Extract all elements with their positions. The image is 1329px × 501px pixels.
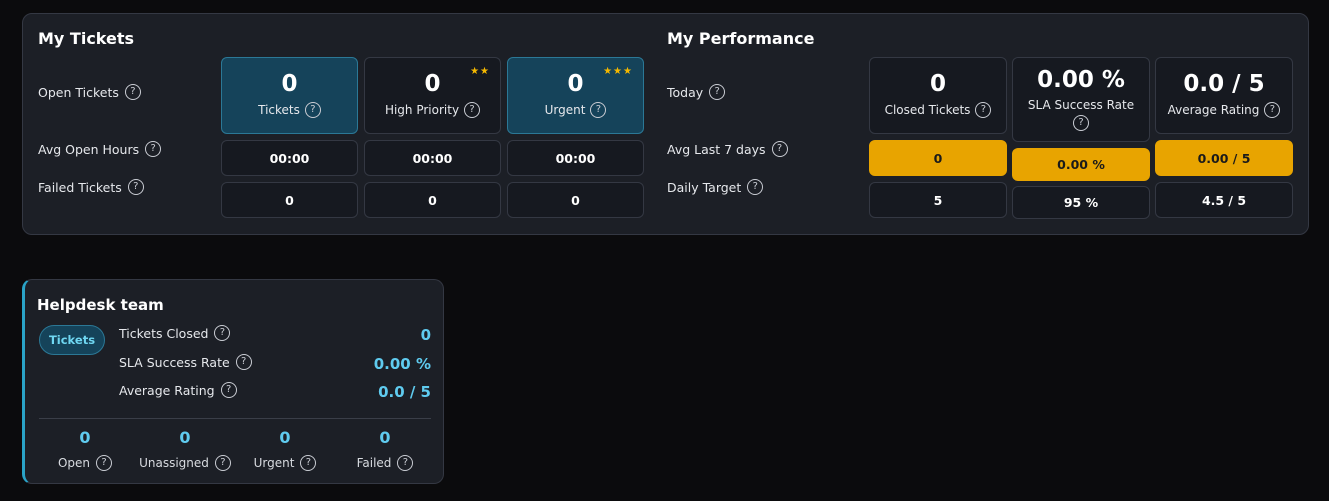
- avg7-average-rating[interactable]: 0.00 / 5: [1155, 140, 1293, 176]
- unassigned-stat[interactable]: 0 Unassigned?: [135, 428, 235, 471]
- help-icon[interactable]: ?: [124, 84, 141, 100]
- sla-success-rate-value[interactable]: 0.00 %: [374, 355, 431, 373]
- help-icon[interactable]: ?: [235, 354, 252, 370]
- avg-open-hours-label: Avg Open Hours ?: [38, 141, 162, 157]
- urgent-label: Urgent: [544, 103, 586, 117]
- tickets-card-label: Tickets: [258, 103, 300, 117]
- average-rating-label: Average Rating ?: [119, 382, 237, 398]
- help-icon[interactable]: ?: [127, 179, 144, 195]
- sla-success-card[interactable]: 0.00 % SLA Success Rate?: [1012, 57, 1150, 142]
- tickets-closed-label: Tickets Closed ?: [119, 325, 231, 341]
- help-icon[interactable]: ?: [771, 141, 788, 157]
- today-label: Today ?: [667, 84, 726, 100]
- target-closed-tickets[interactable]: 5: [869, 182, 1007, 218]
- average-rating-value: 0.0 / 5: [1183, 71, 1265, 97]
- tickets-pill-button[interactable]: Tickets: [39, 325, 105, 355]
- open-count: 0: [79, 428, 91, 447]
- average-rating-value[interactable]: 0.0 / 5: [378, 383, 431, 401]
- my-performance-title: My Performance: [667, 29, 815, 48]
- tickets-card[interactable]: 0 Tickets?: [221, 57, 358, 134]
- failed-high-priority[interactable]: 0: [364, 182, 501, 218]
- failed-urgent[interactable]: 0: [507, 182, 644, 218]
- failed-tickets[interactable]: 0: [221, 182, 358, 218]
- target-sla-success[interactable]: 95 %: [1012, 186, 1150, 219]
- high-priority-card[interactable]: ★★ 0 High Priority?: [364, 57, 501, 134]
- high-priority-label: High Priority: [384, 103, 460, 117]
- open-stat[interactable]: 0 Open?: [35, 428, 135, 471]
- tickets-count: 0: [281, 71, 298, 97]
- failed-tickets-label: Failed Tickets ?: [38, 179, 144, 195]
- avg7-closed-tickets[interactable]: 0: [869, 140, 1007, 176]
- help-icon[interactable]: ?: [220, 382, 237, 398]
- urgent-stat[interactable]: 0 Urgent?: [235, 428, 335, 471]
- target-average-rating[interactable]: 4.5 / 5: [1155, 182, 1293, 218]
- unassigned-count: 0: [179, 428, 191, 447]
- help-icon[interactable]: ?: [214, 455, 231, 471]
- help-icon[interactable]: ?: [590, 102, 607, 118]
- urgent-count: 0: [567, 71, 584, 97]
- avg-hours-tickets[interactable]: 00:00: [221, 140, 358, 176]
- help-icon[interactable]: ?: [304, 102, 321, 118]
- sla-success-value: 0.00 %: [1037, 66, 1125, 93]
- help-icon[interactable]: ?: [214, 325, 231, 341]
- dashboard-panel: My Tickets Open Tickets ? Avg Open Hours…: [22, 13, 1309, 235]
- daily-target-label: Daily Target ?: [667, 179, 764, 195]
- help-icon[interactable]: ?: [96, 455, 113, 471]
- urgent-card[interactable]: ★★★ 0 Urgent?: [507, 57, 644, 134]
- avg-last-7-days-label: Avg Last 7 days ?: [667, 141, 788, 157]
- help-icon[interactable]: ?: [464, 102, 481, 118]
- failed-stat[interactable]: 0 Failed?: [335, 428, 435, 471]
- failed-count: 0: [379, 428, 391, 447]
- help-icon[interactable]: ?: [145, 141, 162, 157]
- closed-tickets-card[interactable]: 0 Closed Tickets?: [869, 57, 1007, 134]
- average-rating-card[interactable]: 0.0 / 5 Average Rating?: [1155, 57, 1293, 134]
- help-icon[interactable]: ?: [1073, 114, 1089, 131]
- urgent-count: 0: [279, 428, 291, 447]
- help-icon[interactable]: ?: [709, 84, 726, 100]
- help-icon[interactable]: ?: [1264, 102, 1281, 118]
- avg-hours-urgent[interactable]: 00:00: [507, 140, 644, 176]
- sla-success-rate-label: SLA Success Rate ?: [119, 354, 252, 370]
- helpdesk-team-card[interactable]: Helpdesk team Tickets Tickets Closed ? 0…: [22, 279, 444, 484]
- tickets-closed-value[interactable]: 0: [421, 326, 431, 344]
- help-icon[interactable]: ?: [300, 455, 317, 471]
- help-icon[interactable]: ?: [747, 179, 764, 195]
- help-icon[interactable]: ?: [975, 102, 992, 118]
- helpdesk-team-title[interactable]: Helpdesk team: [37, 296, 164, 314]
- divider: [39, 418, 431, 419]
- high-priority-count: 0: [424, 71, 441, 97]
- two-star-icon: ★★: [470, 66, 490, 77]
- closed-tickets-value: 0: [929, 71, 946, 97]
- avg-hours-high-priority[interactable]: 00:00: [364, 140, 501, 176]
- help-icon[interactable]: ?: [397, 455, 414, 471]
- avg7-sla-success[interactable]: 0.00 %: [1012, 148, 1150, 181]
- open-tickets-label: Open Tickets ?: [38, 84, 141, 100]
- three-star-icon: ★★★: [603, 66, 633, 77]
- my-tickets-title: My Tickets: [38, 29, 135, 48]
